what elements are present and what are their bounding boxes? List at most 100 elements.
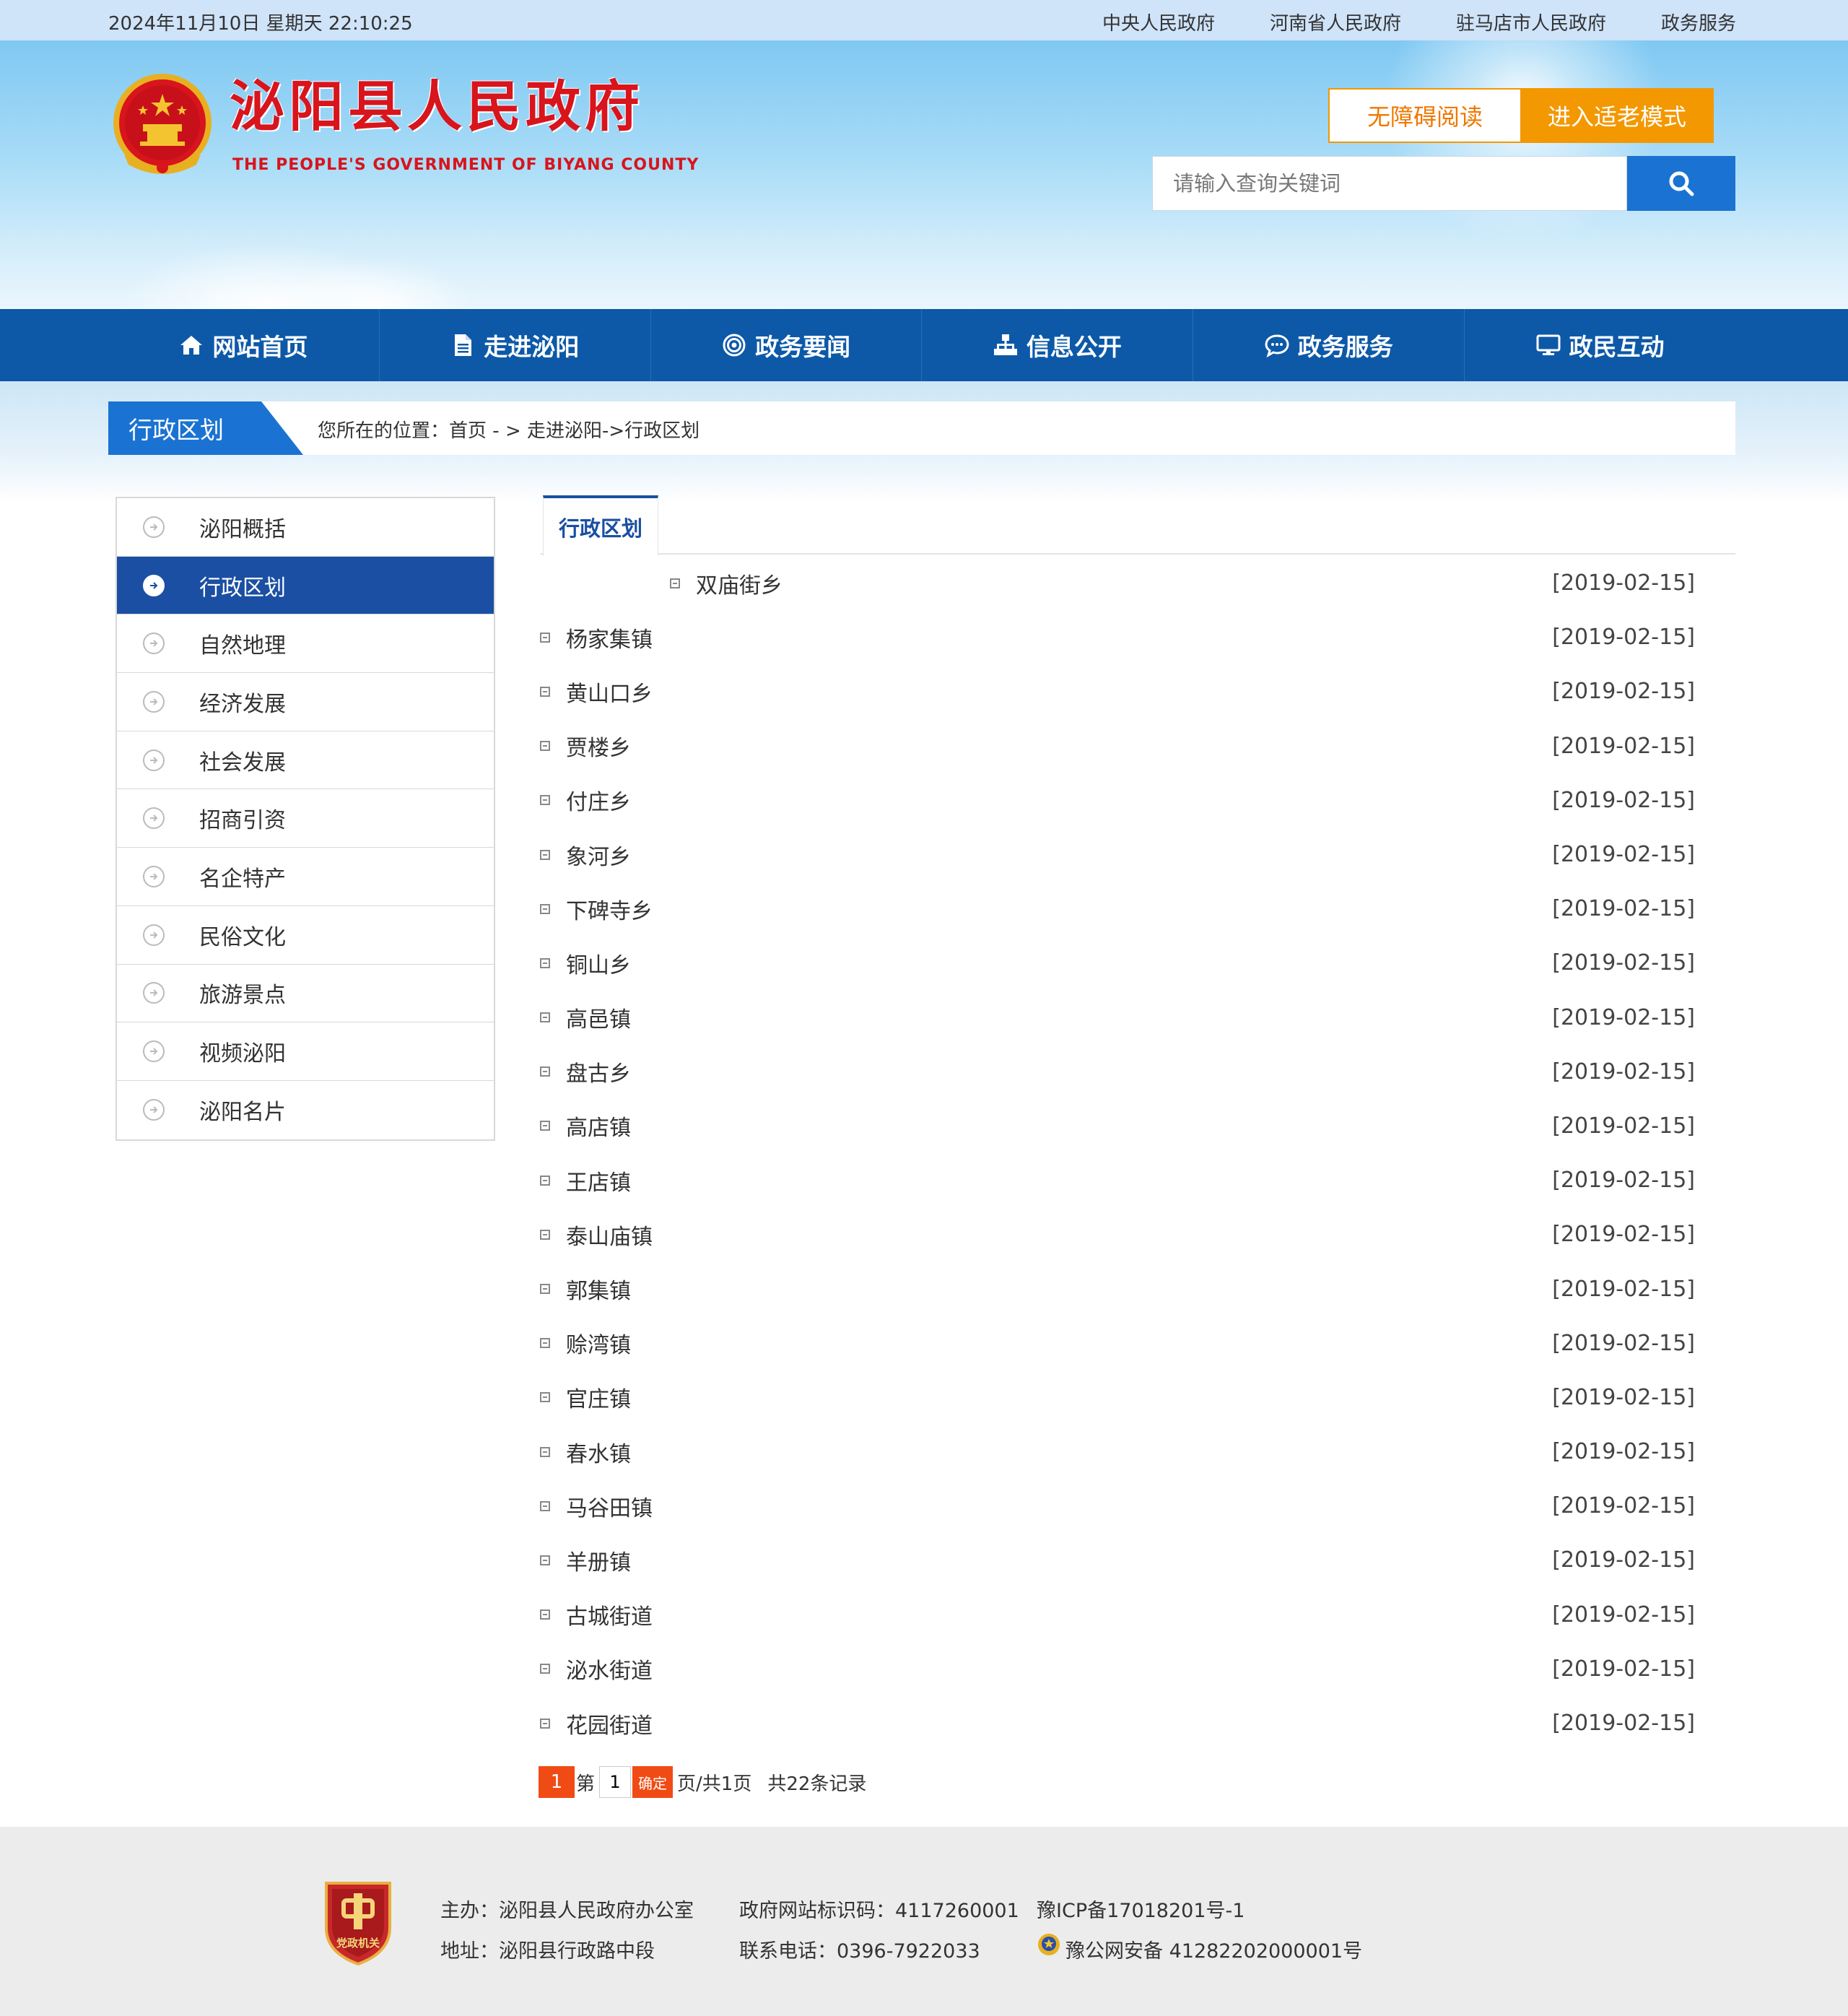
division-list: 双庙街乡 [2019-02-15] 杨家集镇 [2019-02-15] 黄山口乡 [201… (540, 556, 1695, 1750)
sidebar-item[interactable]: 名企特产 (117, 848, 494, 906)
list-item: 付庄乡 [2019-02-15] (540, 773, 1695, 827)
footer-site-code: 政府网站标识码：4117260001 (739, 1900, 1019, 1922)
link-henan-gov[interactable]: 河南省人民政府 (1270, 9, 1401, 35)
bullet-icon (540, 1446, 550, 1457)
sidebar-item[interactable]: 自然地理 (117, 614, 494, 674)
search-input[interactable] (1152, 156, 1627, 211)
sidebar-item-label: 社会发展 (199, 750, 286, 775)
sidebar-item[interactable]: 社会发展 (117, 731, 494, 790)
top-bar: 2024年11月10日 星期天 22:10:25 中央人民政府 河南省人民政府 … (0, 0, 1848, 40)
list-item-link[interactable]: 赊湾镇 (566, 1327, 631, 1359)
top-links: 中央人民政府 河南省人民政府 驻马店市人民政府 政务服务 (1102, 9, 1736, 35)
list-item-link[interactable]: 贾楼乡 (566, 730, 631, 762)
list-item: 象河乡 [2019-02-15] (540, 827, 1695, 882)
list-item: 高店镇 [2019-02-15] (540, 1099, 1695, 1153)
list-item-link[interactable]: 黄山口乡 (566, 676, 653, 708)
sidebar-item[interactable]: 经济发展 (117, 673, 494, 731)
link-zhumadian-gov[interactable]: 驻马店市人民政府 (1456, 9, 1606, 35)
nav-about-biyang[interactable]: 走进泌阳 (380, 309, 651, 381)
nav-gov-news[interactable]: 政务要闻 (651, 309, 923, 381)
nav-home[interactable]: 网站首页 (108, 309, 380, 381)
list-item-link[interactable]: 付庄乡 (566, 784, 631, 816)
list-item-link[interactable]: 郭集镇 (566, 1273, 631, 1305)
list-item-date: [2019-02-15] (1552, 1439, 1695, 1465)
search-button[interactable] (1627, 156, 1735, 211)
list-item-date: [2019-02-15] (1552, 1711, 1695, 1737)
national-emblem-icon[interactable] (110, 69, 215, 181)
bullet-icon (540, 632, 550, 643)
bullet-icon (540, 1555, 550, 1565)
party-gov-badge-icon[interactable]: 党政机关 (322, 1877, 394, 1967)
nav-info-public[interactable]: 信息公开 (922, 309, 1194, 381)
arrow-circle-icon (143, 807, 165, 830)
list-item-link[interactable]: 下碑寺乡 (566, 893, 653, 925)
sidebar-item-label: 行政区划 (199, 575, 286, 601)
list-item-link[interactable]: 铜山乡 (566, 947, 631, 979)
monitor-icon (1536, 334, 1561, 355)
list-item-link[interactable]: 花园街道 (566, 1708, 653, 1739)
list-item-link[interactable]: 马谷田镇 (566, 1490, 653, 1522)
sidebar-item[interactable]: 旅游景点 (117, 965, 494, 1023)
sidebar-item-label: 泌阳概括 (199, 516, 286, 542)
arrow-circle-icon (143, 690, 165, 713)
tab-admin-division[interactable]: 行政区划 (543, 495, 658, 556)
go-page-button[interactable]: 确定 (632, 1766, 674, 1798)
list-item-link[interactable]: 双庙街乡 (696, 568, 783, 599)
sidebar-item[interactable]: 视频泌阳 (117, 1022, 494, 1081)
bullet-icon (540, 1012, 550, 1023)
breadcrumb-path-link[interactable]: 走进泌阳->行政区划 (527, 420, 699, 442)
bullet-icon (540, 686, 550, 697)
footer-police-link[interactable]: 豫公网安备 41282202000001号 (1065, 1935, 1362, 1963)
list-item-link[interactable]: 古城街道 (566, 1599, 653, 1630)
list-item-date: [2019-02-15] (1552, 1384, 1695, 1410)
list-item-date: [2019-02-15] (1552, 1113, 1695, 1139)
list-item-link[interactable]: 王店镇 (566, 1165, 631, 1196)
bullet-icon (540, 1066, 550, 1077)
sidebar-item[interactable]: 泌阳概括 (117, 498, 494, 557)
sidebar-item[interactable]: 招商引资 (117, 789, 494, 848)
bullet-icon (540, 1609, 550, 1620)
list-item-date: [2019-02-15] (1552, 1004, 1695, 1030)
list-item: 下碑寺乡 [2019-02-15] (540, 882, 1695, 936)
link-gov-services[interactable]: 政务服务 (1661, 9, 1736, 35)
list-item: 泌水街道 [2019-02-15] (540, 1642, 1695, 1696)
sidebar-item-label: 招商引资 (199, 808, 286, 834)
nav-interaction[interactable]: 政民互动 (1465, 309, 1735, 381)
list-item-date: [2019-02-15] (1552, 733, 1695, 759)
current-page-button[interactable]: 1 (539, 1766, 575, 1798)
footer-address: 地址：泌阳县行政路中段 (440, 1940, 655, 1963)
page-number-input[interactable] (599, 1766, 632, 1798)
list-item-link[interactable]: 盘古乡 (566, 1056, 631, 1087)
police-badge-icon (1038, 1934, 1060, 1955)
badge-text: 党政机关 (336, 1937, 380, 1950)
accessible-reading-button[interactable]: 无障碍阅读 (1328, 88, 1522, 143)
sidebar-item[interactable]: 行政区划 (117, 556, 494, 615)
footer-icp-link[interactable]: 豫ICP备17018201号-1 (1037, 1895, 1245, 1923)
list-item-link[interactable]: 羊册镇 (566, 1544, 631, 1576)
link-central-gov[interactable]: 中央人民政府 (1102, 9, 1215, 35)
list-item-link[interactable]: 杨家集镇 (566, 622, 653, 653)
sidebar-item-label: 视频泌阳 (199, 1041, 286, 1067)
sidebar-item[interactable]: 民俗文化 (117, 906, 494, 965)
search-icon (1669, 171, 1694, 196)
nav-gov-services[interactable]: 政务服务 (1193, 309, 1465, 381)
list-item-link[interactable]: 官庄镇 (566, 1381, 631, 1413)
tab-bar (540, 497, 1735, 555)
list-item: 花园街道 [2019-02-15] (540, 1696, 1695, 1750)
list-item-date: [2019-02-15] (1552, 570, 1695, 596)
sidebar-item[interactable]: 泌阳名片 (117, 1081, 494, 1139)
list-item: 铜山乡 [2019-02-15] (540, 936, 1695, 990)
list-item-link[interactable]: 高邑镇 (566, 1002, 631, 1033)
list-item-link[interactable]: 春水镇 (566, 1436, 631, 1468)
site-title[interactable]: 泌阳县人民政府 (230, 79, 644, 134)
footer-phone: 联系电话：0396-7922033 (739, 1940, 980, 1963)
elder-mode-button[interactable]: 进入适老模式 (1520, 88, 1714, 143)
list-item-link[interactable]: 泰山庙镇 (566, 1219, 653, 1251)
breadcrumb-home-link[interactable]: 首页 (449, 420, 487, 442)
list-item-link[interactable]: 象河乡 (566, 839, 631, 871)
sun-glow (1372, 40, 1675, 257)
list-item-date: [2019-02-15] (1552, 1276, 1695, 1302)
list-item-link[interactable]: 高店镇 (566, 1110, 631, 1142)
list-item-link[interactable]: 泌水街道 (566, 1653, 653, 1685)
list-item-date: [2019-02-15] (1552, 1493, 1695, 1519)
